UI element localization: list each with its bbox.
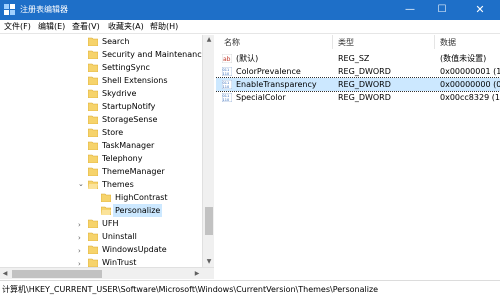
menu-edit[interactable]: 编辑(E) (38, 22, 65, 32)
tree-item-label: Search (102, 37, 130, 46)
folder-icon (88, 128, 98, 137)
ab-string-icon: ab (222, 54, 232, 63)
value-name: EnableTransparency (236, 80, 317, 89)
folder-icon (88, 141, 98, 150)
folder-icon (88, 63, 98, 72)
folder-icon (88, 37, 98, 46)
value-data: 0x00000001 (1) (440, 67, 500, 76)
value-type: REG_DWORD (338, 80, 391, 89)
folder-icon (88, 258, 98, 267)
tree-item-label: Uninstall (102, 232, 137, 241)
scroll-up-arrow-icon[interactable]: ▲ (203, 35, 215, 45)
tree-item-label: ThemeManager (102, 167, 165, 176)
tree-item-label: HighContrast (115, 193, 168, 202)
folder-icon (88, 50, 98, 59)
menu-file[interactable]: 文件(F) (4, 22, 31, 32)
column-separator[interactable] (434, 35, 435, 49)
menu-bar: 文件(F) 编辑(E) 查看(V) 收藏夹(A) 帮助(H) (0, 20, 500, 34)
tree-item-label: Shell Extensions (102, 76, 168, 85)
value-type: REG_SZ (338, 54, 370, 63)
value-data: (数值未设置) (440, 54, 487, 63)
tree-item-label: WindowsUpdate (102, 245, 167, 254)
tree-item-label: Personalize (113, 204, 163, 217)
value-data: 0x00cc8329 (13 (440, 93, 500, 102)
folder-icon (88, 219, 98, 228)
scrollbar-thumb[interactable] (12, 270, 102, 278)
value-row[interactable]: 011 110 SpecialColor REG_DWORD 0x00cc8329… (216, 91, 500, 104)
folder-icon (88, 232, 98, 241)
close-button[interactable]: ✕ (465, 0, 495, 20)
scrollbar-thumb[interactable] (205, 207, 213, 235)
binary-value-icon: 011110 (222, 67, 232, 76)
column-header-data[interactable]: 数据 (440, 37, 456, 49)
column-header-name[interactable]: 名称 (224, 37, 240, 49)
binary-value-icon: 011110 (222, 80, 232, 89)
folder-icon (88, 115, 98, 124)
value-row[interactable]: ab (默认) REG_SZ (数值未设置) (216, 52, 500, 65)
key-path: 计算机\HKEY_CURRENT_USER\Software\Microsoft… (2, 285, 379, 294)
value-name: (默认) (236, 54, 259, 63)
tree-item-label: StorageSense (102, 115, 158, 124)
chevron-right-icon[interactable]: › (78, 260, 81, 267)
folder-icon (88, 167, 98, 176)
tree-item-label: Store (102, 128, 124, 137)
tree-item-label: Skydrive (102, 89, 137, 98)
title-bar: 注册表编辑器 — ☐ ✕ (0, 0, 500, 20)
chevron-right-icon[interactable]: › (78, 221, 81, 229)
status-bar: 计算机\HKEY_CURRENT_USER\Software\Microsoft… (0, 280, 500, 298)
value-type: REG_DWORD (338, 67, 391, 76)
value-name: ColorPrevalence (236, 67, 301, 76)
minimize-button[interactable]: — (395, 0, 425, 20)
tree-item-label: TaskManager (102, 141, 155, 150)
folder-icon (101, 193, 111, 202)
svg-text:110: 110 (223, 85, 230, 89)
svg-text:110: 110 (223, 98, 230, 102)
value-row[interactable]: 011 110 ColorPrevalence REG_DWORD 0x00000… (216, 65, 500, 78)
folder-icon (88, 76, 98, 85)
menu-help[interactable]: 帮助(H) (150, 22, 178, 32)
folder-icon (88, 89, 98, 98)
tree-item-label: SettingSync (102, 63, 150, 72)
value-data: 0x00000000 (0) (440, 80, 500, 89)
maximize-button[interactable]: ☐ (427, 0, 457, 20)
tree-item-label: Security and Maintenance (102, 50, 207, 59)
scroll-down-arrow-icon[interactable]: ▼ (203, 257, 215, 267)
tree-item-label: Telephony (102, 154, 143, 163)
value-name: SpecialColor (236, 93, 286, 102)
column-separator[interactable] (332, 35, 333, 49)
tree-item-label: Themes (102, 180, 134, 189)
tree-item-label: UFH (102, 219, 119, 228)
tree-horizontal-scrollbar[interactable]: ◀ ▶ (0, 267, 214, 279)
tree-vertical-scrollbar[interactable]: ▲ ▼ (202, 35, 214, 267)
value-row-selected[interactable]: 011 110 EnableTransparency REG_DWORD 0x00… (216, 77, 500, 92)
scroll-left-arrow-icon[interactable]: ◀ (0, 268, 10, 280)
chevron-right-icon[interactable]: › (78, 234, 81, 242)
value-type: REG_DWORD (338, 93, 391, 102)
svg-text:ab: ab (223, 56, 231, 63)
window-title: 注册表编辑器 (20, 5, 68, 14)
folder-icon (88, 102, 98, 111)
key-tree[interactable]: Search Security and Maintenance SettingS… (0, 35, 214, 267)
folder-icon (88, 154, 98, 163)
tree-item-label: WinTrust (102, 258, 137, 267)
binary-value-icon: 011110 (222, 93, 232, 102)
registry-editor-icon (4, 4, 15, 15)
menu-view[interactable]: 查看(V) (72, 22, 100, 32)
chevron-right-icon[interactable]: › (78, 247, 81, 255)
folder-icon (88, 245, 98, 254)
tree-item-label: StartupNotify (102, 102, 156, 111)
column-header-type[interactable]: 类型 (338, 37, 354, 49)
svg-text:110: 110 (223, 72, 230, 76)
values-list[interactable]: 名称 类型 数据 ab (默认) REG_SZ (数值未设置) 011 110 C… (216, 35, 500, 279)
chevron-down-icon[interactable]: ⌄ (78, 180, 84, 188)
open-folder-icon (88, 180, 98, 189)
scroll-right-arrow-icon[interactable]: ▶ (192, 268, 202, 280)
open-folder-icon (101, 206, 111, 215)
menu-favorites[interactable]: 收藏夹(A) (108, 22, 144, 32)
